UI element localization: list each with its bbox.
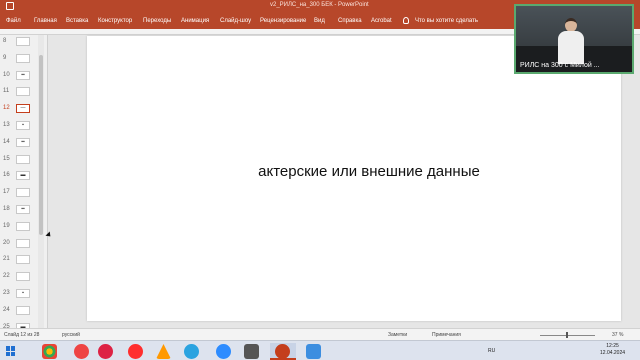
slide-number: 14 bbox=[3, 138, 10, 145]
presenter-body bbox=[558, 31, 584, 64]
status-bar: Слайд 12 из 28 русский Заметки Примечани… bbox=[0, 328, 640, 340]
slide-number: 8 bbox=[3, 38, 7, 44]
powerpoint-icon bbox=[275, 344, 290, 359]
slide-number: 11 bbox=[3, 88, 10, 95]
slide-thumbnail-item[interactable]: 17 bbox=[0, 186, 44, 202]
slide-number: 22 bbox=[3, 273, 10, 280]
slide-thumbnail[interactable] bbox=[16, 238, 30, 248]
slide-thumbnail-item[interactable]: 19 bbox=[0, 220, 44, 236]
slide-number: 23 bbox=[3, 290, 10, 296]
slide-thumbnail-item[interactable]: 8 bbox=[0, 35, 44, 51]
webcam-caption: РИЛС на 300 с Милой ... bbox=[520, 62, 600, 69]
telegram-icon[interactable] bbox=[184, 344, 199, 359]
slide-thumbnail[interactable] bbox=[16, 305, 30, 315]
slides-panel: 8 9 10 ▪▪ 11 12 — 13 ▪ 14 ▪▪ 15 16 ▬ 17 18 ▪▪ 19 20 21 22 23 ▪… bbox=[0, 35, 48, 328]
tab-transitions[interactable]: Переходы bbox=[143, 18, 171, 24]
presenter-head bbox=[565, 18, 577, 32]
slide-thumbnail[interactable] bbox=[16, 272, 30, 282]
app-icon[interactable] bbox=[306, 344, 321, 359]
slide-thumbnail[interactable]: ▪▪ bbox=[16, 137, 30, 147]
slide-number: 19 bbox=[3, 222, 10, 229]
slide-number: 21 bbox=[3, 256, 10, 263]
clock[interactable]: 12:25 12.04.2024 bbox=[600, 343, 625, 357]
slide-thumbnail-item[interactable]: 16 ▬ bbox=[0, 169, 44, 185]
slide-thumbnail[interactable]: ▪ bbox=[16, 289, 30, 298]
slide-thumbnail-item[interactable]: 13 ▪ bbox=[0, 119, 44, 135]
tab-slideshow[interactable]: Слайд-шоу bbox=[220, 18, 251, 24]
slide-thumbnail[interactable]: ▬ bbox=[16, 171, 30, 181]
slide-thumbnail[interactable] bbox=[16, 221, 30, 231]
clock-date: 12.04.2024 bbox=[600, 350, 626, 356]
slide-number: 12 bbox=[3, 105, 10, 112]
slide-thumbnail-item[interactable]: 10 ▪▪ bbox=[0, 69, 44, 85]
zoom-level[interactable]: 37 % bbox=[612, 332, 623, 338]
tab-home[interactable]: Главная bbox=[34, 18, 57, 24]
slide-number: 15 bbox=[3, 155, 10, 162]
chrome-icon[interactable] bbox=[42, 344, 57, 359]
slide-thumbnail-item[interactable]: 14 ▪▪ bbox=[0, 136, 44, 152]
slide-thumbnail-item[interactable]: 25 ▬ bbox=[0, 321, 44, 328]
slide-number: 10 bbox=[3, 71, 10, 78]
tab-view[interactable]: Вид bbox=[314, 18, 325, 24]
slide-thumbnail-item[interactable]: 9 bbox=[0, 52, 44, 68]
slide-thumbnail-item[interactable]: 18 ▪▪ bbox=[0, 203, 44, 219]
slide-thumbnail-item[interactable]: 24 bbox=[0, 304, 44, 320]
slide-counter: Слайд 12 из 28 bbox=[4, 332, 40, 338]
opera-icon[interactable] bbox=[74, 344, 89, 359]
tab-acrobat[interactable]: Acrobat bbox=[371, 18, 392, 24]
slide-thumbnail[interactable] bbox=[16, 87, 30, 97]
calendar-icon[interactable] bbox=[244, 344, 259, 359]
slide-number: 17 bbox=[3, 189, 10, 196]
opera-browser-icon[interactable] bbox=[128, 344, 143, 359]
slide-number: 16 bbox=[3, 172, 10, 179]
tab-design[interactable]: Конструктор bbox=[98, 18, 132, 24]
app-8-icon[interactable] bbox=[98, 344, 113, 359]
tab-review[interactable]: Рецензирование bbox=[260, 18, 306, 24]
vlc-icon[interactable] bbox=[156, 344, 171, 359]
webcam-overlay: РИЛС на 300 с Милой ... bbox=[514, 4, 634, 74]
lightbulb-icon bbox=[403, 17, 409, 24]
window-title: v2_РИЛС_на_300 БЕК - PowerPoint bbox=[270, 2, 369, 8]
taskbar: RU 12:25 12.04.2024 bbox=[0, 340, 640, 360]
zoom-slider-thumb[interactable] bbox=[566, 332, 568, 338]
slide-thumbnail[interactable] bbox=[16, 53, 30, 63]
slide-number: 9 bbox=[3, 54, 7, 61]
windows-start-icon[interactable] bbox=[6, 346, 16, 356]
slide-thumbnail-item[interactable]: 15 bbox=[0, 153, 44, 169]
slide-thumbnail-item[interactable]: 23 ▪ bbox=[0, 287, 44, 303]
slide-text[interactable]: актерские или внешние данные bbox=[87, 163, 621, 180]
tab-insert[interactable]: Вставка bbox=[66, 18, 88, 24]
notes-button[interactable]: Заметки bbox=[388, 332, 407, 338]
slide-thumbnail[interactable]: ▪▪ bbox=[16, 205, 30, 214]
comments-button[interactable]: Примечания bbox=[432, 332, 461, 338]
slide-number: 24 bbox=[3, 306, 10, 313]
slide-thumbnail-item[interactable]: 11 bbox=[0, 85, 44, 101]
slide-number: 18 bbox=[3, 206, 10, 212]
slide-thumbnail-item[interactable]: 22 bbox=[0, 270, 44, 286]
language-indicator[interactable]: русский bbox=[62, 332, 80, 338]
tab-animations[interactable]: Анимация bbox=[181, 18, 209, 24]
slide-thumbnail[interactable] bbox=[16, 154, 30, 164]
clock-time: 12:25 bbox=[606, 343, 619, 349]
tray-lang[interactable]: RU bbox=[488, 348, 495, 354]
slide-thumbnail-item[interactable]: 21 bbox=[0, 253, 44, 269]
tab-file[interactable]: Файл bbox=[6, 18, 21, 24]
slide-thumbnail[interactable] bbox=[16, 37, 30, 46]
save-icon[interactable] bbox=[6, 2, 14, 10]
slide-thumbnail[interactable]: ▪ bbox=[16, 121, 30, 130]
slide-number: 20 bbox=[3, 239, 10, 246]
slide-thumbnail-item[interactable]: 20 bbox=[0, 237, 44, 253]
slide-number: 13 bbox=[3, 122, 10, 128]
slide-thumbnail[interactable]: ▪▪ bbox=[16, 70, 30, 80]
tell-me-search[interactable]: Что вы хотите сделать bbox=[415, 18, 478, 24]
slide-thumbnail-item[interactable]: 12 — bbox=[0, 102, 44, 118]
zoom-icon[interactable] bbox=[216, 344, 231, 359]
tab-help[interactable]: Справка bbox=[338, 18, 362, 24]
slide-thumbnail[interactable]: — bbox=[16, 104, 30, 114]
slide-canvas[interactable]: актерские или внешние данные bbox=[87, 36, 621, 321]
presenter bbox=[558, 18, 584, 64]
slide-thumbnail[interactable] bbox=[16, 255, 30, 265]
slide-thumbnail[interactable] bbox=[16, 188, 30, 198]
